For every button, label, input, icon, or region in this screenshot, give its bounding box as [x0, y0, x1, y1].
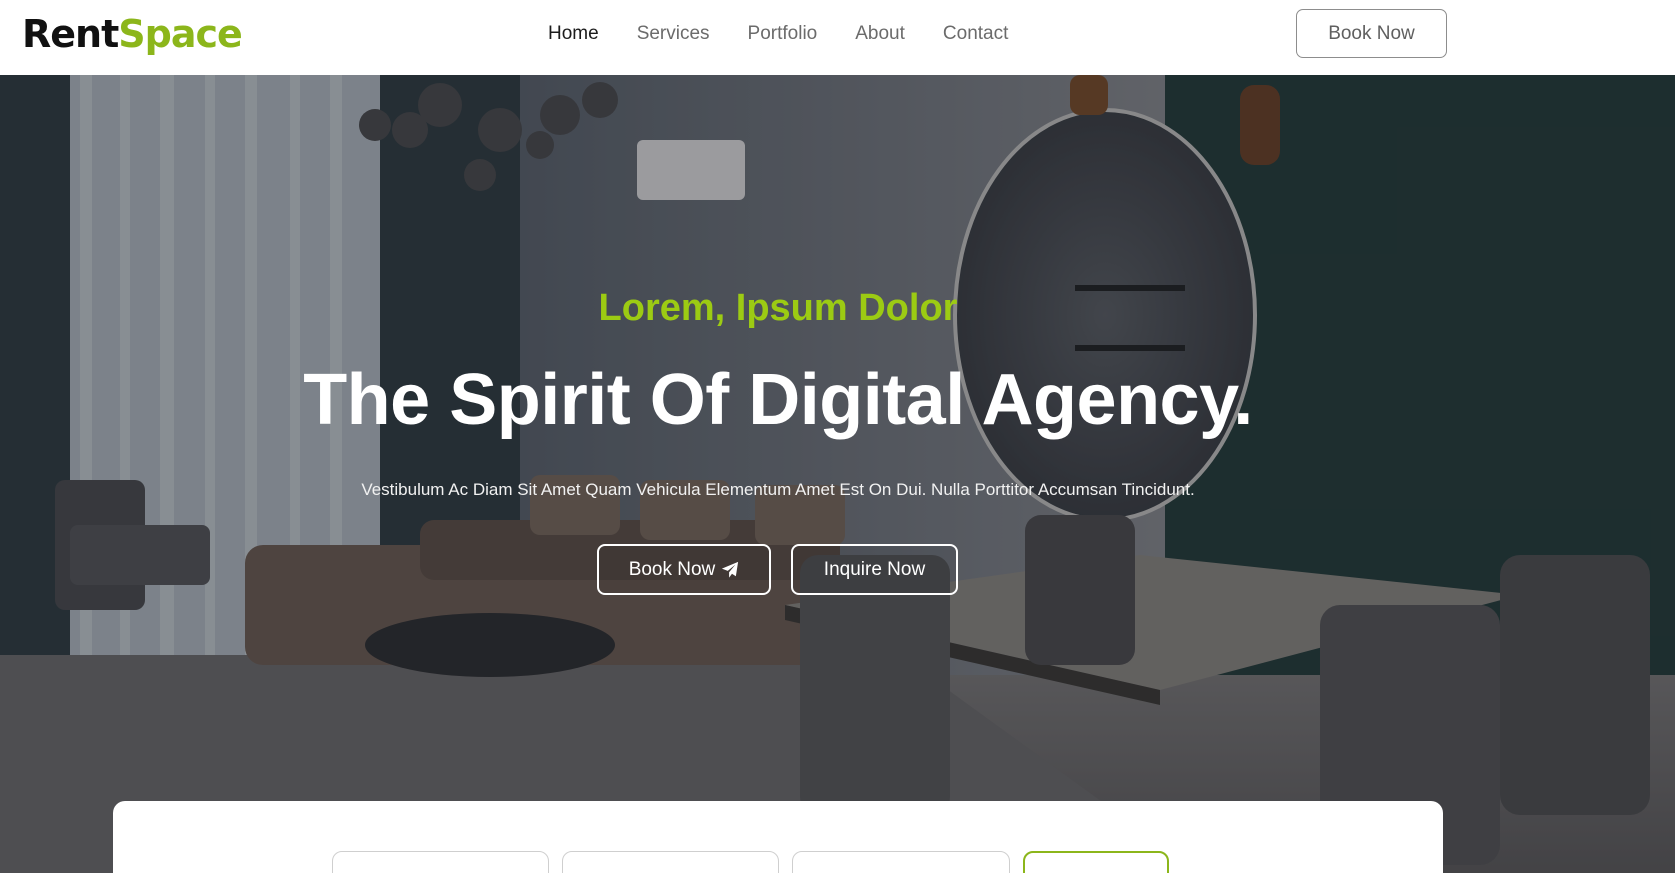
- booking-field-1[interactable]: [332, 851, 549, 873]
- logo-text-rent: Rent: [22, 12, 119, 56]
- hero-inquire-now-button[interactable]: Inquire Now: [791, 544, 958, 595]
- nav-link-portfolio[interactable]: Portfolio: [748, 22, 818, 46]
- hero-book-now-label: Book Now: [628, 558, 716, 580]
- nav-link-home[interactable]: Home: [548, 22, 599, 46]
- hero-section: Lorem, Ipsum Dolor The Spirit Of Digital…: [0, 75, 1675, 873]
- hero-book-now-button[interactable]: Book Now: [597, 544, 771, 595]
- site-logo[interactable]: RentSpace: [22, 12, 243, 56]
- hero-overlay: [0, 75, 1675, 873]
- header-book-now-button[interactable]: Book Now: [1296, 9, 1447, 58]
- logo-text-space: Space: [118, 12, 243, 56]
- nav-link-services[interactable]: Services: [637, 22, 710, 46]
- main-nav: Home Services Portfolio About Contact: [548, 22, 1008, 46]
- booking-submit-button[interactable]: [1023, 851, 1169, 873]
- hero-subtitle: Vestibulum Ac Diam Sit Amet Quam Vehicul…: [361, 480, 1195, 499]
- hero-title: The Spirit Of Digital Agency.: [303, 360, 1253, 440]
- hero-inquire-now-label: Inquire Now: [823, 558, 926, 580]
- booking-field-3[interactable]: [792, 851, 1010, 873]
- nav-link-about[interactable]: About: [855, 22, 905, 46]
- site-header: RentSpace Home Services Portfolio About …: [0, 0, 1675, 75]
- hero-eyebrow: Lorem, Ipsum Dolor: [598, 287, 958, 329]
- paper-plane-icon: [722, 561, 739, 578]
- nav-link-contact[interactable]: Contact: [943, 22, 1008, 46]
- booking-field-2[interactable]: [562, 851, 779, 873]
